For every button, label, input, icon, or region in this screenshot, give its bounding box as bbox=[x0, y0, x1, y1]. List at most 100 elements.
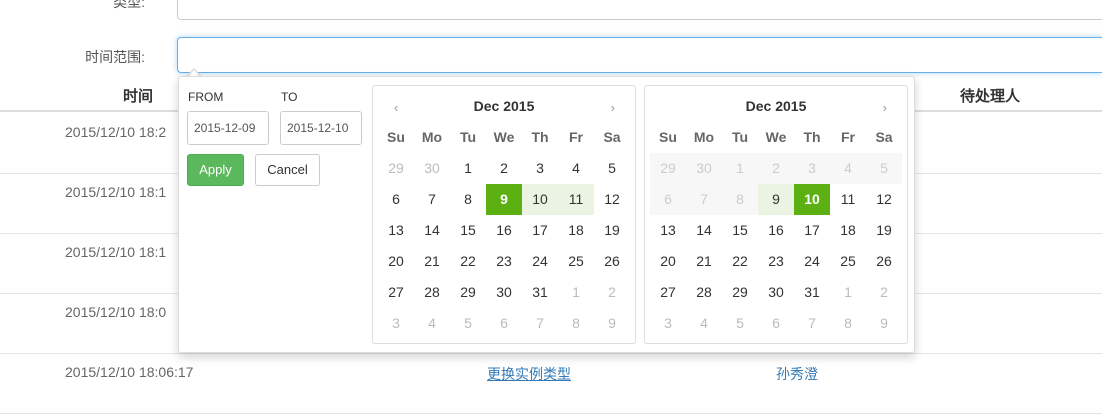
calendar-day[interactable]: 19 bbox=[594, 215, 630, 246]
calendar-day[interactable]: 21 bbox=[414, 246, 450, 277]
calendar-day[interactable]: 4 bbox=[558, 153, 594, 184]
calendar-day[interactable]: 25 bbox=[830, 246, 866, 277]
calendar-day[interactable]: 22 bbox=[722, 246, 758, 277]
from-date-input[interactable]: 2015-12-09 bbox=[187, 111, 269, 145]
chevron-right-icon[interactable]: › bbox=[883, 100, 887, 115]
calendar-day[interactable]: 9 bbox=[594, 308, 630, 339]
calendar-day[interactable]: 8 bbox=[558, 308, 594, 339]
cancel-button[interactable]: Cancel bbox=[255, 154, 320, 186]
calendar-day[interactable]: 27 bbox=[378, 277, 414, 308]
calendar-day[interactable]: 16 bbox=[758, 215, 794, 246]
calendar-day[interactable]: 11 bbox=[558, 184, 594, 215]
calendar-day[interactable]: 4 bbox=[686, 308, 722, 339]
calendar-day[interactable]: 14 bbox=[686, 215, 722, 246]
calendar-day[interactable]: 9 bbox=[866, 308, 902, 339]
calendar-day[interactable]: 29 bbox=[378, 153, 414, 184]
time-range-input[interactable] bbox=[177, 37, 1102, 73]
calendar-day[interactable]: 7 bbox=[414, 184, 450, 215]
weekday-header: Su bbox=[659, 129, 677, 145]
calendar-day[interactable]: 26 bbox=[866, 246, 902, 277]
apply-button[interactable]: Apply bbox=[187, 154, 244, 186]
row-time: 2015/12/10 18:1 bbox=[65, 184, 167, 200]
calendar-day[interactable]: 5 bbox=[722, 308, 758, 339]
calendar-day[interactable]: 12 bbox=[594, 184, 630, 215]
calendar-day[interactable]: 7 bbox=[794, 308, 830, 339]
calendar-day[interactable]: 6 bbox=[378, 184, 414, 215]
handler-link[interactable]: 孙秀澄 bbox=[776, 364, 818, 384]
calendar-day[interactable]: 28 bbox=[686, 277, 722, 308]
calendar-day[interactable]: 14 bbox=[414, 215, 450, 246]
calendar-day[interactable]: 7 bbox=[522, 308, 558, 339]
calendar-day[interactable]: 19 bbox=[866, 215, 902, 246]
calendar-day: 4 bbox=[830, 153, 866, 184]
column-header-time: 时间 bbox=[123, 88, 154, 105]
calendar-day[interactable]: 2 bbox=[594, 277, 630, 308]
calendar-day[interactable]: 31 bbox=[522, 277, 558, 308]
calendar-left: ‹ Dec 2015 › Su Mo Tu We Th Fr Sa 29 30 1 2 3 4 5 6 7 8 9… bbox=[372, 85, 636, 344]
calendar-day[interactable]: 18 bbox=[830, 215, 866, 246]
calendar-day[interactable]: 23 bbox=[486, 246, 522, 277]
calendar-day[interactable]: 25 bbox=[558, 246, 594, 277]
operation-link[interactable]: 更换实例类型 bbox=[487, 364, 571, 384]
calendar-day[interactable]: 3 bbox=[378, 308, 414, 339]
calendar-day[interactable]: 1 bbox=[450, 153, 486, 184]
calendar-day[interactable]: 13 bbox=[650, 215, 686, 246]
time-range-label: 时间范围: bbox=[85, 49, 145, 65]
calendar-day[interactable]: 3 bbox=[522, 153, 558, 184]
calendar-day[interactable]: 9 bbox=[486, 184, 522, 215]
calendar-day[interactable]: 30 bbox=[758, 277, 794, 308]
calendar-day[interactable]: 6 bbox=[758, 308, 794, 339]
calendar-right: Dec 2015 › Su Mo Tu We Th Fr Sa 29 30 1 2 3 4 5 6 7 8 9 10… bbox=[644, 85, 908, 344]
calendar-day[interactable]: 12 bbox=[866, 184, 902, 215]
calendar-day[interactable]: 17 bbox=[794, 215, 830, 246]
chevron-right-icon[interactable]: › bbox=[611, 100, 615, 115]
calendar-day[interactable]: 11 bbox=[830, 184, 866, 215]
calendar-day[interactable]: 9 bbox=[758, 184, 794, 215]
calendar-day[interactable]: 3 bbox=[650, 308, 686, 339]
weekday-header: Tu bbox=[459, 129, 477, 145]
calendar-day[interactable]: 10 bbox=[522, 184, 558, 215]
row-time: 2015/12/10 18:06:17 bbox=[65, 364, 194, 380]
calendar-day[interactable]: 16 bbox=[486, 215, 522, 246]
weekday-header: Fr bbox=[841, 129, 855, 145]
calendar-day[interactable]: 18 bbox=[558, 215, 594, 246]
calendar-day[interactable]: 10 bbox=[794, 184, 830, 215]
weekday-header: We bbox=[493, 129, 515, 145]
calendar-day[interactable]: 29 bbox=[450, 277, 486, 308]
calendar-day[interactable]: 23 bbox=[758, 246, 794, 277]
calendar-day[interactable]: 1 bbox=[558, 277, 594, 308]
calendar-day[interactable]: 4 bbox=[414, 308, 450, 339]
calendar-day[interactable]: 20 bbox=[650, 246, 686, 277]
calendar-day[interactable]: 6 bbox=[486, 308, 522, 339]
calendar-day[interactable]: 5 bbox=[594, 153, 630, 184]
calendar-day: 30 bbox=[686, 153, 722, 184]
calendar-day[interactable]: 30 bbox=[486, 277, 522, 308]
type-select[interactable] bbox=[177, 0, 1102, 20]
calendar-day[interactable]: 22 bbox=[450, 246, 486, 277]
calendar-day[interactable]: 2 bbox=[486, 153, 522, 184]
calendar-day[interactable]: 30 bbox=[414, 153, 450, 184]
weekday-header: Th bbox=[531, 129, 549, 145]
calendar-day[interactable]: 13 bbox=[378, 215, 414, 246]
calendar-day[interactable]: 20 bbox=[378, 246, 414, 277]
calendar-day[interactable]: 8 bbox=[450, 184, 486, 215]
calendar-day[interactable]: 17 bbox=[522, 215, 558, 246]
calendar-month-title: Dec 2015 bbox=[745, 98, 807, 114]
calendar-day[interactable]: 2 bbox=[866, 277, 902, 308]
calendar-day[interactable]: 27 bbox=[650, 277, 686, 308]
calendar-day[interactable]: 1 bbox=[830, 277, 866, 308]
to-date-input[interactable]: 2015-12-10 bbox=[280, 111, 362, 145]
calendar-day[interactable]: 21 bbox=[686, 246, 722, 277]
calendar-day[interactable]: 31 bbox=[794, 277, 830, 308]
calendar-day: 2 bbox=[758, 153, 794, 184]
calendar-day[interactable]: 24 bbox=[794, 246, 830, 277]
calendar-day[interactable]: 15 bbox=[450, 215, 486, 246]
calendar-day[interactable]: 29 bbox=[722, 277, 758, 308]
calendar-day[interactable]: 8 bbox=[830, 308, 866, 339]
calendar-day: 6 bbox=[650, 184, 686, 215]
calendar-day[interactable]: 15 bbox=[722, 215, 758, 246]
calendar-day[interactable]: 28 bbox=[414, 277, 450, 308]
calendar-day[interactable]: 5 bbox=[450, 308, 486, 339]
calendar-day[interactable]: 24 bbox=[522, 246, 558, 277]
calendar-day[interactable]: 26 bbox=[594, 246, 630, 277]
